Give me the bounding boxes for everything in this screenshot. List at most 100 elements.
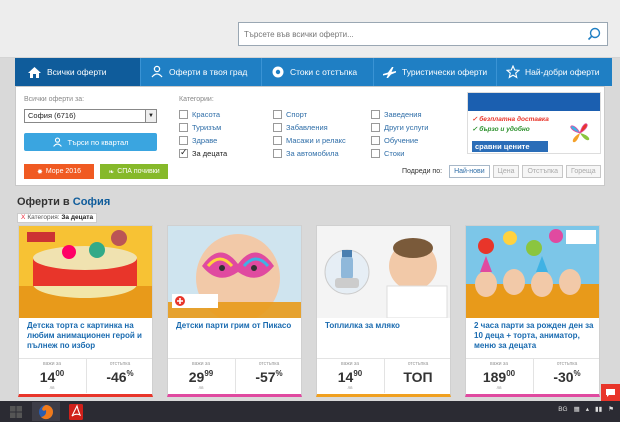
neighborhood-search-button[interactable]: Търси по квартал [24,133,157,151]
spa-button[interactable]: ❧ СПА почивки [100,164,168,179]
category-sport[interactable]: Спорт [273,109,307,119]
checkbox[interactable] [273,135,282,145]
category-car[interactable]: За автомобила [273,148,339,158]
sea-2016-button[interactable]: ✸ Море 2016 [24,164,94,179]
price-dec: 00 [55,369,65,378]
city-select[interactable]: София (6716) ▼ [24,109,157,123]
category-label: Красота [192,109,221,119]
network-icon[interactable]: ▮▮ [595,405,602,413]
offer-image-cake[interactable] [19,226,152,318]
active-filter-tag[interactable]: X Категория: За децата [17,213,98,223]
checkbox[interactable] [371,109,380,119]
offer-card[interactable]: Топлилка за мляко важи за 1490 лв отстъп… [316,225,451,397]
chevron-down-icon[interactable]: ▼ [145,110,156,122]
category-kids[interactable]: За децата [179,147,227,158]
flag-icon[interactable]: ⚑ [608,405,614,413]
category-beauty[interactable]: Красота [179,109,220,119]
nav-label: Най-добри оферти [525,67,600,77]
nav-city-offers[interactable]: Оферти в твоя град [141,58,262,86]
offer-card[interactable]: Детска торта с картинка на любим анимаци… [18,225,153,397]
nav-discount-goods[interactable]: Стоки с отстъпка [262,58,374,86]
offer-title[interactable]: 2 часа парти за рожден ден за 10 деца + … [474,321,596,351]
filter-tag-prefix: Категория: [27,214,62,221]
category-restaurants[interactable]: Заведения [371,109,422,119]
category-goods[interactable]: Стоки [371,148,404,158]
price-cell: важи за 18900 лв [466,359,532,393]
category-other-services[interactable]: Други услуги [371,122,428,132]
offer-card[interactable]: 2 часа парти за рожден ден за 10 деца + … [465,225,600,397]
windows-start-icon [10,405,22,418]
sort-hot[interactable]: Гореща [566,165,601,178]
checkbox[interactable] [371,122,380,132]
sort-newest[interactable]: Най-нови [449,165,490,178]
taskbar-firefox[interactable] [32,402,60,421]
sort-bar: Подреди по: Най-нови Цена Отстъпка Горещ… [402,165,601,178]
neighborhood-search-label: Търси по квартал [67,137,129,147]
category-education[interactable]: Обучение [371,135,418,145]
price-row: важи за 1400 лв отстъпка -46% [19,358,152,393]
offer-image-bottle-warmer[interactable] [317,226,450,318]
discount-value: -57% [236,369,301,385]
offer-image-face-paint[interactable] [168,226,301,318]
ad-compare-label: сравни цените [472,141,548,152]
price-value: 18900 [466,369,532,385]
checkbox[interactable] [179,135,188,145]
category-label: Спорт [286,109,308,119]
discount-suffix: % [126,369,134,378]
price-value: 1490 [317,369,383,385]
search-box[interactable] [238,22,608,46]
checkbox[interactable] [273,122,282,132]
offer-card[interactable]: Детски парти грим от Пикасо важи за 2999… [167,225,302,397]
keyboard-icon[interactable]: ▦ [574,405,580,413]
acrobat-icon [69,403,83,420]
category-massage[interactable]: Масажи и релакс [273,135,346,145]
checkbox-checked[interactable] [179,147,188,158]
taskbar-acrobat[interactable] [62,402,90,421]
filters-panel: Всички оферти за: София (6716) ▼ Търси п… [15,86,605,186]
ad-banner-top [468,93,600,111]
offer-title[interactable]: Детска торта с картинка на любим анимаци… [27,321,149,351]
checkbox[interactable] [273,148,282,158]
sort-discount[interactable]: Отстъпка [522,165,564,178]
discount-number: -46 [106,369,127,385]
price-unit: лв [496,385,502,390]
price-int: 14 [39,369,56,385]
discount-label: отстъпка [109,361,131,367]
checkbox[interactable] [371,135,380,145]
checkbox[interactable] [273,109,282,119]
price-label: важи за [490,361,508,367]
page-title: Оферти в София [17,196,110,208]
price-int: 189 [482,369,507,385]
nav-spacer [610,58,612,86]
chevron-up-icon[interactable]: ▴ [586,405,589,413]
checkbox[interactable] [179,122,188,132]
search-icon[interactable] [587,27,601,41]
search-input[interactable] [239,23,579,45]
system-tray: BG ▦ ▴ ▮▮ ⚑ [552,405,614,414]
nav-label: Стоки с отстъпка [290,67,358,77]
close-icon[interactable]: X [21,214,25,221]
discount-cell: отстъпка -57% [235,359,301,393]
nav-all-offers[interactable]: Всички оферти [15,58,141,86]
price-row: важи за 1490 лв отстъпка ТОП [317,358,450,393]
price-row: важи за 18900 лв отстъпка -30% [466,358,599,393]
sort-price[interactable]: Цена [492,165,520,178]
category-tourism[interactable]: Туризъм [179,122,221,132]
nav-tourist-offers[interactable]: Туристически оферти [374,58,497,86]
chat-button[interactable] [601,384,620,401]
language-indicator[interactable]: BG [558,406,567,413]
checkbox[interactable] [371,148,380,158]
category-label: Забавления [286,122,328,132]
checkbox[interactable] [179,109,188,119]
offer-image-party[interactable] [466,226,599,318]
sea-2016-label: Море 2016 [45,168,81,175]
categories-label: Категории: [179,96,214,103]
start-button[interactable] [2,402,30,421]
plane-icon [382,65,397,80]
nav-best-offers[interactable]: Най-добри оферти [497,58,610,86]
category-health[interactable]: Здраве [179,135,217,145]
offer-title[interactable]: Топлилка за мляко [325,321,447,331]
compare-prices-ad[interactable]: ✓ безплатна доставка ✓ бързо и удобно ср… [467,92,601,154]
category-fun[interactable]: Забавления [273,122,328,132]
offer-title[interactable]: Детски парти грим от Пикасо [176,321,298,331]
